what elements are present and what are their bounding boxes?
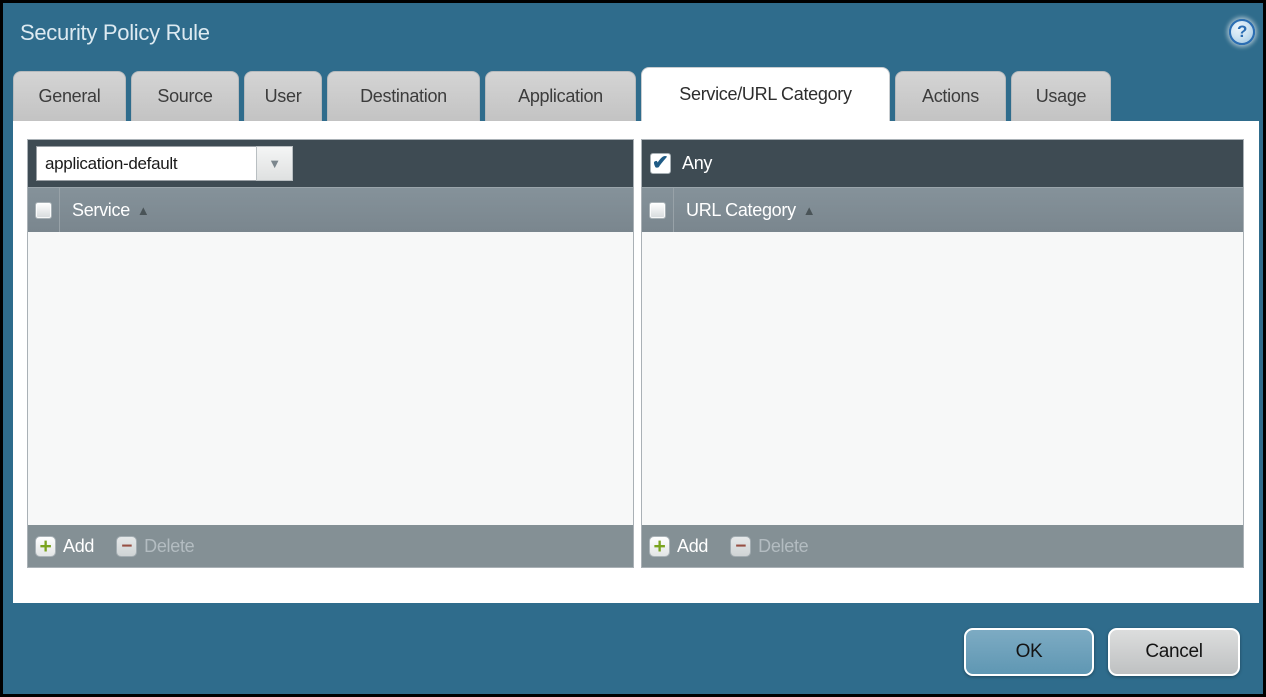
tab-bar: General Source User Destination Applicat… xyxy=(13,71,1111,121)
tab-source[interactable]: Source xyxy=(131,71,239,121)
tab-service-url-category[interactable]: Service/URL Category xyxy=(641,67,890,121)
service-column-header[interactable]: Service ▲ xyxy=(28,187,633,232)
dialog-title: Security Policy Rule xyxy=(20,20,210,46)
url-category-select-all-cell xyxy=(642,188,674,232)
tab-destination[interactable]: Destination xyxy=(327,71,480,121)
any-checkbox[interactable]: ✔ xyxy=(650,153,671,174)
tab-content-sheet: ▼ Service ▲ + Add − Delete xyxy=(13,121,1259,603)
service-select-all-cell xyxy=(28,188,60,232)
service-list-area[interactable] xyxy=(28,232,633,525)
url-category-delete-button[interactable]: − Delete xyxy=(730,536,808,557)
add-plus-icon: + xyxy=(649,536,670,557)
url-category-select-all-checkbox[interactable] xyxy=(649,202,666,219)
service-panel-toolbar: ▼ xyxy=(28,140,633,187)
any-label: Any xyxy=(682,153,712,174)
url-category-column-label: URL Category xyxy=(686,200,796,221)
url-category-panel-footer: + Add − Delete xyxy=(642,525,1243,567)
cancel-button[interactable]: Cancel xyxy=(1108,628,1240,676)
delete-minus-icon: − xyxy=(730,536,751,557)
url-category-panel: ✔ Any URL Category ▲ + Add − Delete xyxy=(641,139,1244,568)
ok-button[interactable]: OK xyxy=(964,628,1094,676)
add-plus-icon: + xyxy=(35,536,56,557)
url-category-panel-toolbar: ✔ Any xyxy=(642,140,1243,187)
service-panel-footer: + Add − Delete xyxy=(28,525,633,567)
url-category-list-area[interactable] xyxy=(642,232,1243,525)
sort-ascending-icon: ▲ xyxy=(803,203,816,218)
service-column-label: Service xyxy=(72,200,130,221)
tab-general[interactable]: General xyxy=(13,71,126,121)
service-type-input[interactable] xyxy=(36,146,256,181)
checkmark-icon: ✔ xyxy=(652,150,668,175)
chevron-down-icon: ▼ xyxy=(268,156,281,171)
service-add-button[interactable]: + Add xyxy=(35,536,94,557)
url-category-column-header[interactable]: URL Category ▲ xyxy=(642,187,1243,232)
service-select-all-checkbox[interactable] xyxy=(35,202,52,219)
delete-minus-icon: − xyxy=(116,536,137,557)
sort-ascending-icon: ▲ xyxy=(137,203,150,218)
security-policy-rule-dialog: Security Policy Rule ? General Source Us… xyxy=(0,0,1266,697)
service-panel: ▼ Service ▲ + Add − Delete xyxy=(27,139,634,568)
help-icon[interactable]: ? xyxy=(1229,19,1255,45)
tab-user[interactable]: User xyxy=(244,71,322,121)
tab-actions[interactable]: Actions xyxy=(895,71,1006,121)
service-type-combo: ▼ xyxy=(36,146,293,181)
url-category-add-button[interactable]: + Add xyxy=(649,536,708,557)
tab-usage[interactable]: Usage xyxy=(1011,71,1111,121)
tab-application[interactable]: Application xyxy=(485,71,636,121)
service-type-dropdown-button[interactable]: ▼ xyxy=(256,146,293,181)
service-delete-button[interactable]: − Delete xyxy=(116,536,194,557)
